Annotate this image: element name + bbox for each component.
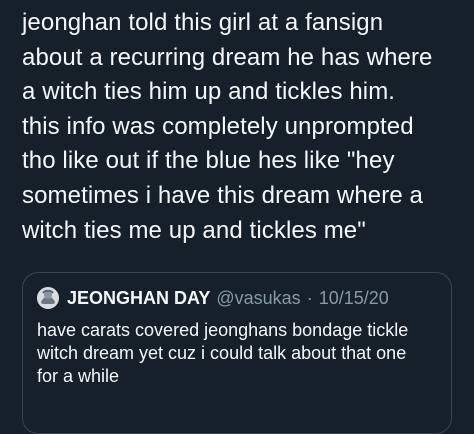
quoted-tweet-header: JEONGHAN DAY @vasukas · 10/15/20: [37, 285, 437, 311]
quoted-separator: ·: [306, 287, 313, 308]
tweet-text: jeonghan told this girl at a fansign abo…: [22, 6, 467, 248]
quoted-tweet-text: have carats covered jeonghans bondage ti…: [37, 319, 437, 388]
quoted-author-handle[interactable]: @vasukas: [216, 288, 300, 309]
quoted-date[interactable]: 10/15/20: [319, 288, 389, 309]
tweet-text-line: a witch ties him up and tickles him.: [22, 78, 396, 106]
quoted-author-name[interactable]: JEONGHAN DAY: [67, 288, 210, 309]
quoted-text-line: for a while: [37, 366, 120, 386]
tweet-text-line: this info was completely unprompted: [22, 112, 414, 140]
quoted-text-line: have carats covered jeonghans bondage ti…: [37, 320, 409, 340]
avatar-icon[interactable]: [37, 287, 59, 309]
tweet-text-line: sometimes i have this dream where a: [22, 181, 423, 209]
quoted-tweet-card[interactable]: JEONGHAN DAY @vasukas · 10/15/20 have ca…: [22, 272, 452, 434]
tweet-text-line: jeonghan told this girl at a fansign: [22, 9, 384, 36]
tweet-text-line: tho like out if the blue hes like "hey: [22, 147, 395, 175]
tweet-text-line: about a recurring dream he has where: [22, 43, 433, 71]
quoted-text-line: witch dream yet cuz i could talk about t…: [37, 343, 407, 363]
tweet-text-line: witch ties me up and tickles me": [22, 216, 366, 244]
